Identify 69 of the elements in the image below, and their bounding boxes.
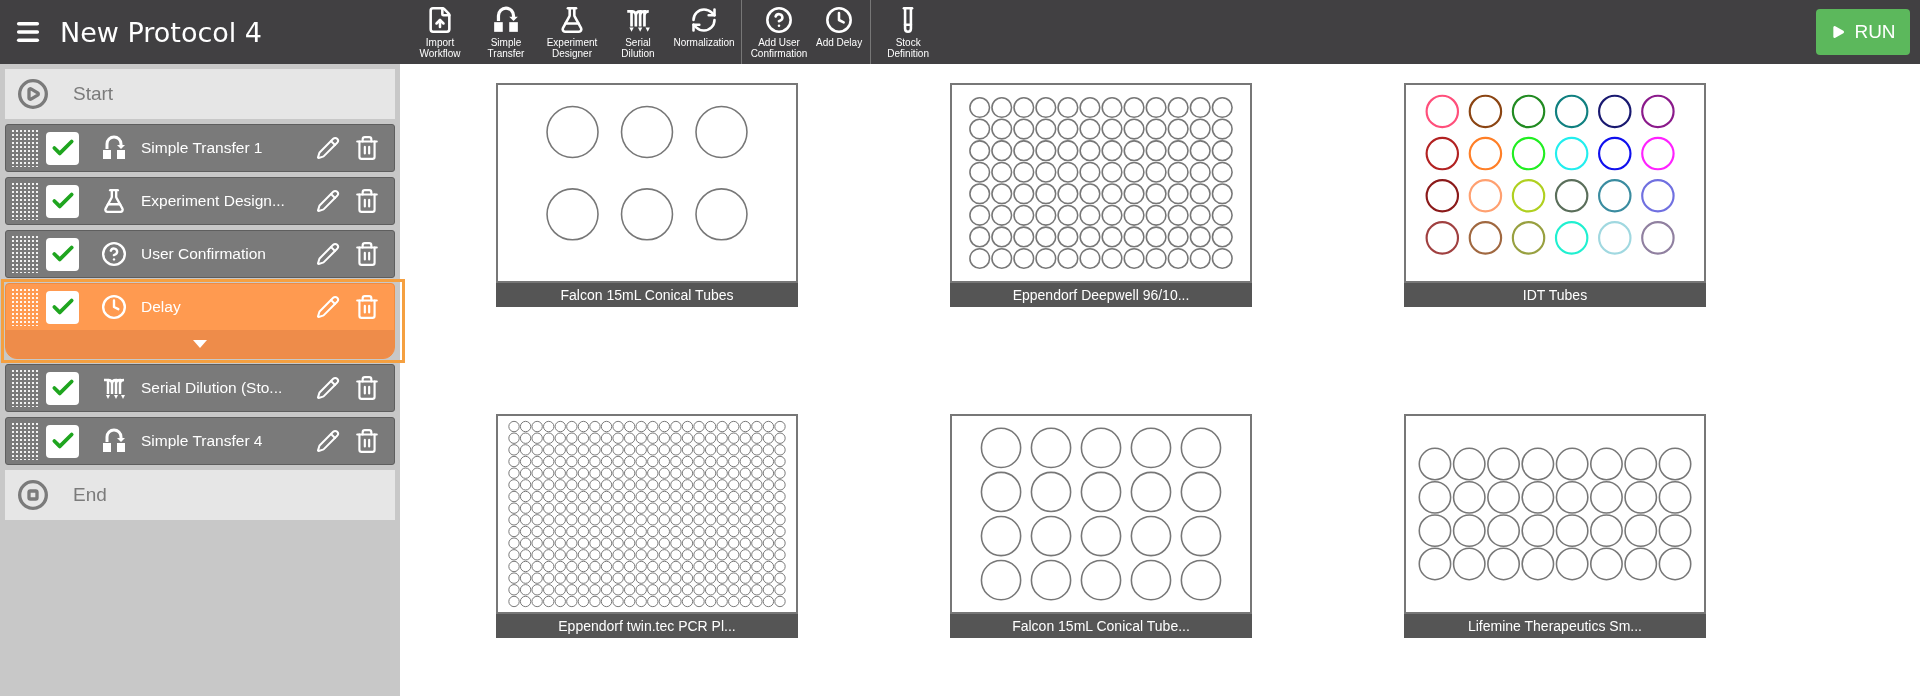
clock-icon <box>825 6 854 34</box>
toolbar-button[interactable]: Simple Transfer <box>473 0 539 64</box>
protocol-title: New Protocol 4 <box>60 16 264 48</box>
drag-handle-icon[interactable] <box>11 422 39 460</box>
toolbar-button[interactable]: Add User Confirmation <box>746 0 812 64</box>
stop-circle-icon <box>17 479 49 511</box>
step-card[interactable]: Experiment Design... <box>5 177 395 225</box>
delete-button[interactable] <box>354 428 380 454</box>
step-card[interactable]: Simple Transfer 4 <box>5 417 395 465</box>
clock-icon <box>101 294 127 320</box>
labware-name: IDT Tubes <box>1404 283 1706 307</box>
delete-button[interactable] <box>354 188 380 214</box>
drag-handle-icon[interactable] <box>11 129 39 167</box>
edit-button[interactable] <box>316 189 340 213</box>
start-row[interactable]: Start <box>5 69 395 119</box>
run-button[interactable]: RUN <box>1816 9 1910 55</box>
toolbar-button[interactable]: Experiment Designer <box>539 0 605 64</box>
step-label: Delay <box>141 298 182 316</box>
step-label: Experiment Design... <box>141 192 286 210</box>
transfer-icon <box>101 135 127 161</box>
transfer-icon <box>101 428 127 454</box>
edit-button[interactable] <box>316 376 340 400</box>
edit-button[interactable] <box>316 429 340 453</box>
labware-name: Falcon 15mL Conical Tubes <box>496 283 798 307</box>
flask-icon <box>558 6 586 34</box>
play-icon <box>1830 24 1847 40</box>
toolbar-button[interactable]: Stock Definition <box>875 0 942 64</box>
step-checkbox[interactable] <box>46 371 79 405</box>
step-label: Simple Transfer 1 <box>141 139 264 157</box>
delete-button[interactable] <box>354 241 380 267</box>
file-upload-icon <box>426 6 454 34</box>
delete-button[interactable] <box>354 135 380 161</box>
drag-handle-icon[interactable] <box>11 235 39 273</box>
drag-handle-icon[interactable] <box>11 182 39 220</box>
play-circle-icon <box>17 78 49 110</box>
flask-icon <box>101 188 127 214</box>
delete-button[interactable] <box>354 375 380 401</box>
step-label: Serial Dilution (Sto... <box>141 379 284 397</box>
step-checkbox[interactable] <box>46 131 79 165</box>
toolbar-button[interactable]: Serial Dilution <box>605 0 671 64</box>
step-checkbox[interactable] <box>46 237 79 271</box>
question-icon <box>101 241 127 267</box>
end-row[interactable]: End <box>5 470 395 520</box>
step-label: Simple Transfer 4 <box>141 432 264 450</box>
drag-handle-icon[interactable] <box>11 288 39 326</box>
step-checkbox[interactable] <box>46 424 79 458</box>
labware-name: Eppendorf twin.tec PCR Pl... <box>496 614 798 638</box>
step-card[interactable]: User Confirmation <box>5 230 395 278</box>
step-checkbox[interactable] <box>46 184 79 218</box>
caret-down-icon <box>193 340 207 348</box>
arrows-cycle-icon <box>690 6 718 34</box>
toolbar-button[interactable]: Import Workflow <box>407 0 473 64</box>
start-label: Start <box>73 83 114 105</box>
step-card[interactable]: Serial Dilution (Sto... <box>5 364 395 412</box>
step-label: User Confirmation <box>141 245 267 263</box>
labware-name: Eppendorf Deepwell 96/10... <box>950 283 1252 307</box>
step-checkbox[interactable] <box>46 290 79 324</box>
transfer-icon <box>492 6 520 34</box>
toolbar-button[interactable]: Normalization <box>671 0 737 64</box>
toolbar-button[interactable]: Add Delay <box>812 0 867 64</box>
labware-name: Falcon 15mL Conical Tube... <box>950 614 1252 638</box>
expand-toggle[interactable] <box>6 330 394 358</box>
edit-button[interactable] <box>316 242 340 266</box>
edit-button[interactable] <box>316 136 340 160</box>
drag-handle-icon[interactable] <box>11 369 39 407</box>
end-label: End <box>73 484 107 506</box>
question-icon <box>765 6 793 34</box>
step-card[interactable]: Simple Transfer 1 <box>5 124 395 172</box>
labware-name: Lifemine Therapeutics Sm... <box>1404 614 1706 638</box>
